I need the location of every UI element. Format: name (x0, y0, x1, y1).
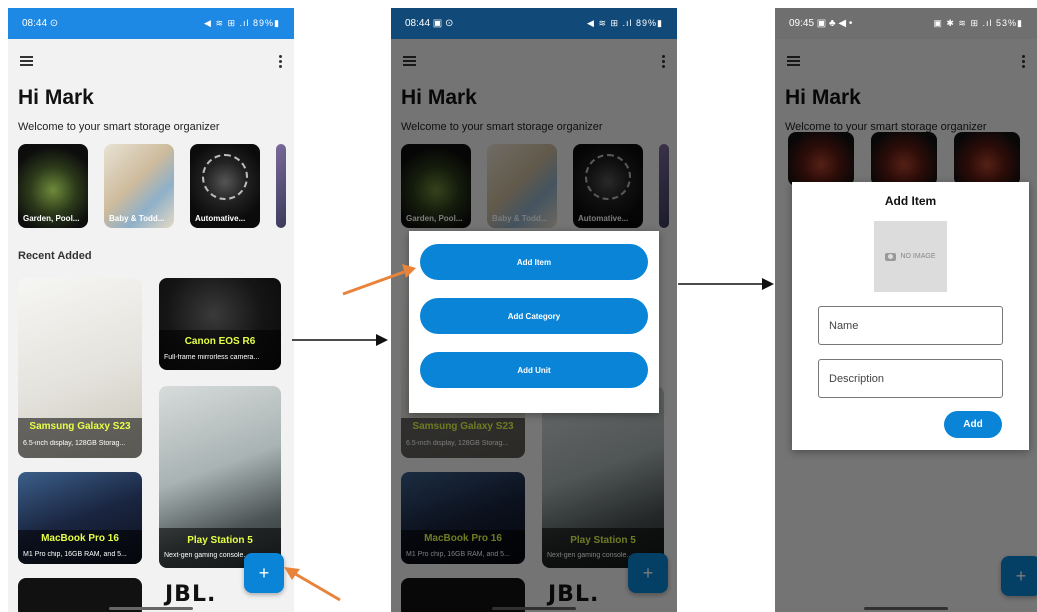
add-menu-dialog: Add Item Add Category Add Unit (409, 231, 659, 413)
greeting: Hi Mark (18, 86, 94, 109)
no-image-label: NO IMAGE (900, 253, 936, 260)
status-icons: ▣ ✱ ≋ ⊞ .ıl 53%▮ (933, 18, 1023, 28)
add-category-button[interactable]: Add Category (420, 298, 648, 334)
status-time: 08:44 ⊙ (22, 18, 59, 29)
item-card[interactable]: MacBook Pro 16 M1 Pro chip, 16GB RAM, an… (18, 472, 142, 564)
dialog-title: Add Item (884, 194, 937, 208)
welcome-text: Welcome to your smart storage organizer (18, 121, 220, 133)
item-card[interactable]: Samsung Galaxy S23 6.5-inch display, 128… (18, 278, 142, 458)
item-title: Play Station 5 (187, 535, 253, 546)
add-item-button[interactable]: Add Item (420, 244, 648, 280)
status-bar: 09:45 ▣ ♣ ◀ • ▣ ✱ ≋ ⊞ .ıl 53%▮ (775, 8, 1037, 39)
add-item-screen: 09:45 ▣ ♣ ◀ • ▣ ✱ ≋ ⊞ .ıl 53%▮ Hi Mark W… (775, 8, 1037, 612)
brand-text: JBL. (165, 582, 217, 607)
item-title: Samsung Galaxy S23 (29, 421, 131, 432)
status-icons: ◀ ≋ ⊞ .ıl 89%▮ (587, 18, 663, 28)
pointer-arrow-add-item (342, 264, 416, 296)
category-label: Garden, Pool... (23, 214, 80, 223)
category-card[interactable]: Baby & Todd... (104, 144, 174, 228)
app-bar (8, 39, 294, 83)
menu-icon[interactable] (20, 56, 33, 66)
image-picker[interactable]: NO IMAGE (874, 221, 947, 292)
category-carousel: Garden, Pool... Baby & Todd... Automativ… (8, 144, 294, 228)
name-placeholder: Name (829, 319, 859, 332)
status-time: 08:44 ▣ ⊙ (405, 18, 454, 29)
description-placeholder: Description (829, 372, 885, 385)
category-card[interactable]: Garden, Pool... (18, 144, 88, 228)
item-desc: 6.5-inch display, 128GB Storag... (23, 440, 126, 447)
add-fab-button[interactable]: + (244, 553, 284, 593)
item-card[interactable]: Canon EOS R6 Full-frame mirrorless camer… (159, 278, 281, 370)
flow-arrow-1 (292, 334, 388, 346)
category-card[interactable]: Automative... (190, 144, 260, 228)
status-time: 09:45 ▣ ♣ ◀ • (789, 18, 853, 29)
add-button[interactable]: Add (944, 411, 1002, 438)
add-unit-button[interactable]: Add Unit (420, 352, 648, 388)
add-item-dialog: Add Item NO IMAGE Name Description Add (792, 182, 1029, 450)
section-title: Recent Added (18, 250, 92, 262)
speedometer-image (202, 154, 248, 200)
status-bar: 08:44 ▣ ⊙ ◀ ≋ ⊞ .ıl 89%▮ (391, 8, 677, 39)
menu-screen: 08:44 ▣ ⊙ ◀ ≋ ⊞ .ıl 89%▮ Hi Mark Welcome… (391, 8, 677, 612)
item-desc: Full-frame mirrorless camera... (164, 354, 260, 361)
item-card[interactable]: Play Station 5 Next-gen gaming console..… (159, 386, 281, 568)
flow-arrow-2 (678, 278, 774, 290)
category-label: Baby & Todd... (109, 214, 165, 223)
status-icons: ◀ ≋ ⊞ .ıl 89%▮ (204, 18, 280, 28)
item-title: MacBook Pro 16 (41, 533, 119, 544)
item-title: Canon EOS R6 (184, 336, 256, 347)
plus-icon: + (258, 562, 270, 583)
status-bar: 08:44 ⊙ ◀ ≋ ⊞ .ıl 89%▮ (8, 8, 294, 39)
category-card-partial[interactable] (276, 144, 286, 228)
home-screen: 08:44 ⊙ ◀ ≋ ⊞ .ıl 89%▮ Hi Mark Welcome t… (8, 8, 294, 612)
category-label: Automative... (195, 214, 246, 223)
item-desc: M1 Pro chip, 16GB RAM, and 5... (23, 551, 127, 558)
name-field[interactable]: Name (818, 306, 1003, 345)
more-options-icon[interactable] (279, 54, 282, 68)
camera-icon (885, 252, 897, 261)
home-indicator (109, 607, 193, 610)
pointer-arrow-fab (284, 567, 341, 602)
description-field[interactable]: Description (818, 359, 1003, 398)
